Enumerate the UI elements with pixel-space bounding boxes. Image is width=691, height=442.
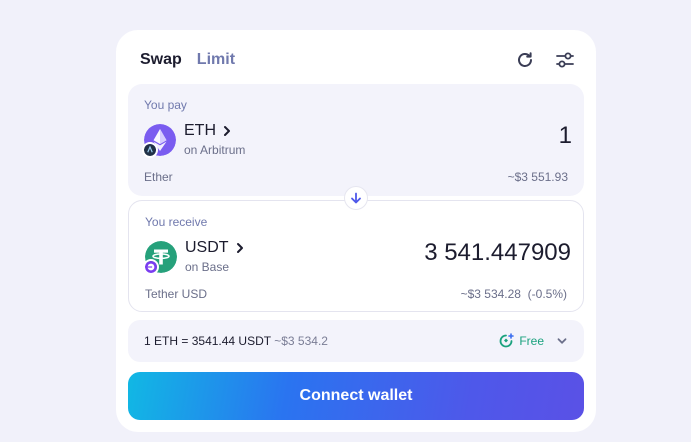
chevron-right-icon [236, 243, 243, 253]
tab-swap[interactable]: Swap [140, 51, 182, 69]
refresh-button[interactable] [514, 49, 536, 71]
swap-tabs: Swap Limit [140, 51, 235, 69]
tab-limit[interactable]: Limit [197, 51, 235, 69]
network-fee: Free [499, 333, 544, 349]
chevron-down-icon[interactable] [556, 335, 568, 347]
refresh-icon [518, 52, 532, 67]
rate-to: 3541.44 USDT [191, 334, 271, 348]
pay-token-name: Ether [144, 170, 173, 184]
swap-card: Swap Limit You pay ETH on Arbitrum 1 Eth… [116, 30, 596, 432]
pay-label: You pay [144, 98, 187, 112]
receive-token-selector[interactable]: USDT [185, 239, 245, 257]
exchange-rate: 1 ETH = 3541.44 USDT ~$3 534.2 [144, 334, 328, 348]
chevron-right-icon [224, 126, 230, 136]
receive-token-network: on Base [185, 260, 230, 274]
pay-token-symbol: ETH [184, 122, 216, 139]
rate-usd: ~$3 534.2 [274, 334, 328, 348]
arrow-down-icon [351, 192, 361, 204]
receive-amount: 3 541.447909 [424, 239, 571, 266]
rate-from: 1 ETH [144, 334, 179, 348]
receive-token-symbol: USDT [185, 239, 229, 256]
rate-info-bar[interactable]: 1 ETH = 3541.44 USDT ~$3 534.2 Free [128, 320, 584, 362]
gas-sparkle-icon [499, 333, 515, 348]
receive-usd-value: ~$3 534.28 (-0.5%) [461, 287, 567, 301]
receive-token-name: Tether USD [145, 287, 208, 301]
arbitrum-chain-icon [142, 142, 158, 158]
price-impact: (-0.5%) [527, 287, 567, 301]
receive-usd-amount: ~$3 534.28 [460, 287, 521, 301]
base-chain-icon [143, 259, 159, 275]
pay-amount-input[interactable]: 1 [559, 122, 572, 150]
settings-button[interactable] [554, 49, 576, 71]
flip-direction-button[interactable] [344, 186, 368, 210]
sliders-icon [556, 52, 574, 68]
pay-token-selector[interactable]: ETH [184, 122, 232, 140]
pay-panel: You pay ETH on Arbitrum 1 Ether ~$3 551.… [128, 84, 584, 196]
connect-wallet-button[interactable]: Connect wallet [128, 372, 584, 420]
pay-usd-value: ~$3 551.93 [507, 170, 568, 184]
pay-token-network: on Arbitrum [184, 143, 246, 157]
rate-equals: = [181, 334, 189, 348]
receive-panel: You receive USDT on Base 3 541.447909 Te… [128, 200, 584, 312]
receive-label: You receive [145, 215, 208, 229]
fee-label: Free [519, 334, 544, 348]
